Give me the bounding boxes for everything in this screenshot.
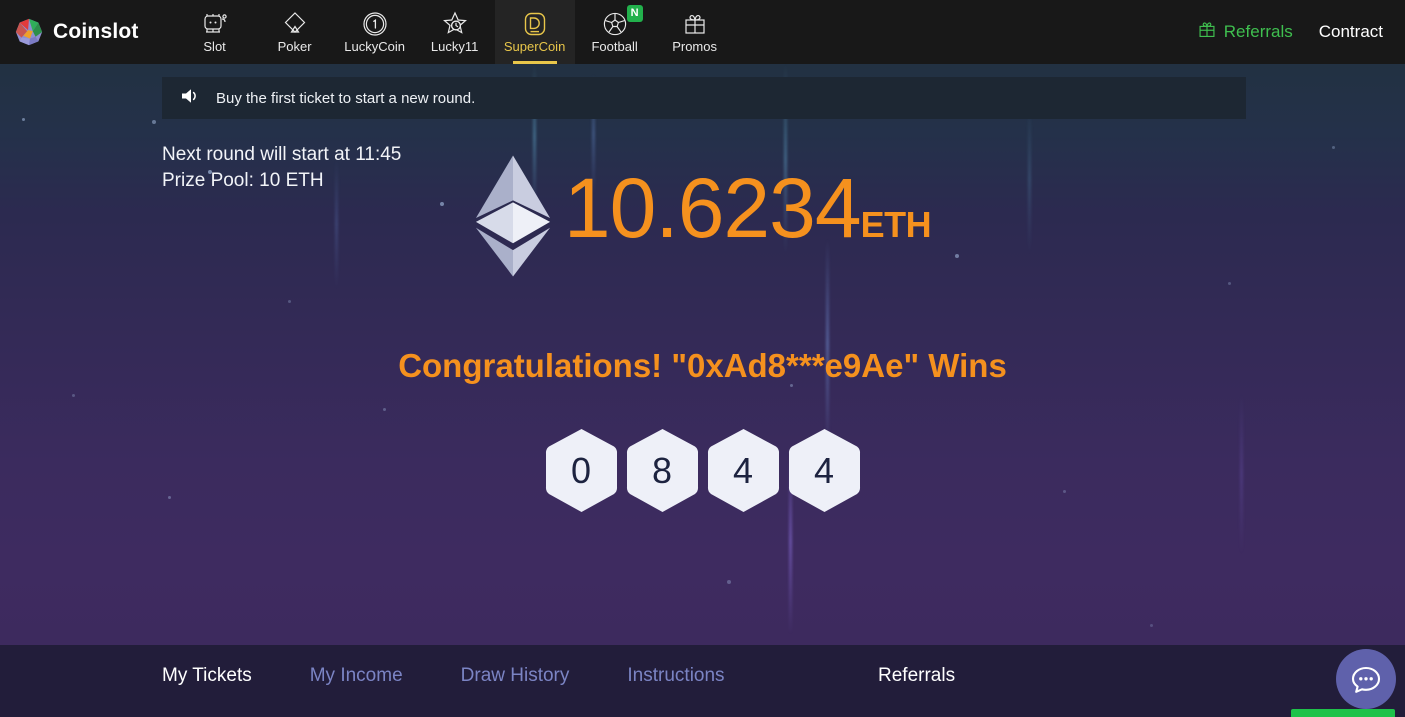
top-navigation-bar: Coinslot Slot Poker LuckyCoin Lucky11 Su…: [0, 0, 1405, 64]
draw-number-value: 4: [813, 449, 835, 491]
football-icon: [602, 10, 628, 37]
tab-bar: My Tickets My Income Draw History Instru…: [162, 665, 783, 703]
slot-machine-icon: [202, 10, 228, 37]
spade-icon: [283, 10, 307, 37]
new-badge: N: [626, 5, 643, 22]
draw-number-hex: 4: [707, 428, 780, 513]
draw-number-hex: 4: [788, 428, 861, 513]
tab-instructions[interactable]: Instructions: [627, 665, 724, 703]
nav-label: Promos: [672, 39, 717, 54]
nav-label: Football: [591, 39, 638, 54]
draw-number-hex: 8: [626, 428, 699, 513]
tab-my-tickets[interactable]: My Tickets: [162, 665, 252, 703]
coinslot-app: Coinslot Slot Poker LuckyCoin Lucky11 Su…: [0, 0, 1405, 717]
bottom-panel: My Tickets My Income Draw History Instru…: [0, 645, 1405, 717]
star-clock-icon: [442, 10, 468, 37]
chat-bubble-icon: [1351, 666, 1381, 693]
jackpot-unit: ETH: [860, 203, 932, 245]
gift-icon: [682, 10, 708, 37]
nav-label: LuckyCoin: [344, 39, 405, 54]
letter-d-icon: [522, 10, 548, 37]
tab-label: Instructions: [627, 665, 725, 686]
tab-label: My Income: [309, 665, 403, 686]
chat-green-strip: [1291, 709, 1395, 717]
draw-numbers: 0 8 4 4: [0, 428, 1405, 513]
nav-right-links: Referrals Contract: [1197, 0, 1405, 64]
winner-message: Congratulations! "0xAd8***e9Ae" Wins: [398, 347, 1007, 384]
nav-item-luckycoin[interactable]: LuckyCoin: [335, 0, 415, 64]
coin-one-icon: [362, 10, 388, 37]
draw-number-value: 8: [651, 449, 673, 491]
announcement-text: Buy the first ticket to start a new roun…: [216, 89, 476, 107]
nav-item-slot[interactable]: Slot: [175, 0, 255, 64]
nav-item-promos[interactable]: Promos: [655, 0, 735, 64]
referrals-panel-title: Referrals: [878, 665, 956, 686]
nav-label: Slot: [203, 39, 226, 54]
jackpot-amount-row: 10.6234 ETH: [0, 152, 1405, 280]
gift-icon: [1197, 20, 1217, 44]
nav-item-football[interactable]: N Football: [575, 0, 655, 64]
draw-number-hex: 0: [545, 428, 618, 513]
nav-items: Slot Poker LuckyCoin Lucky11 SuperCoin N…: [175, 0, 735, 64]
brand-logo-area[interactable]: Coinslot: [0, 0, 155, 64]
nav-link-label: Contract: [1318, 22, 1383, 41]
speaker-announcement-icon: [180, 87, 202, 110]
chat-button[interactable]: [1336, 649, 1396, 709]
tab-label: Draw History: [460, 665, 570, 686]
nav-link-contract[interactable]: Contract: [1319, 22, 1383, 42]
nav-item-lucky11[interactable]: Lucky11: [415, 0, 495, 64]
brand-name: Coinslot: [53, 20, 139, 43]
announcement-bar: Buy the first ticket to start a new roun…: [162, 77, 1246, 119]
nav-label: Poker: [277, 39, 312, 54]
draw-number-value: 0: [570, 449, 592, 491]
jackpot-value: 10.6234: [563, 160, 862, 255]
nav-label: Lucky11: [430, 39, 479, 54]
draw-number-value: 4: [732, 449, 754, 491]
nav-item-poker[interactable]: Poker: [255, 0, 335, 64]
jackpot-amount: 10.6234 ETH: [563, 160, 932, 267]
hero-section: Buy the first ticket to start a new roun…: [0, 64, 1405, 645]
nav-link-label: Referrals: [1223, 22, 1293, 41]
nav-label: SuperCoin: [503, 39, 566, 54]
gem-logo-icon: [15, 18, 43, 46]
nav-link-referrals[interactable]: Referrals: [1197, 20, 1293, 44]
ethereum-diamond-icon: [475, 155, 550, 277]
tab-draw-history[interactable]: Draw History: [461, 665, 570, 703]
tab-my-income[interactable]: My Income: [310, 665, 403, 703]
tab-label: My Tickets: [162, 665, 252, 686]
nav-item-supercoin[interactable]: SuperCoin: [494, 0, 575, 64]
